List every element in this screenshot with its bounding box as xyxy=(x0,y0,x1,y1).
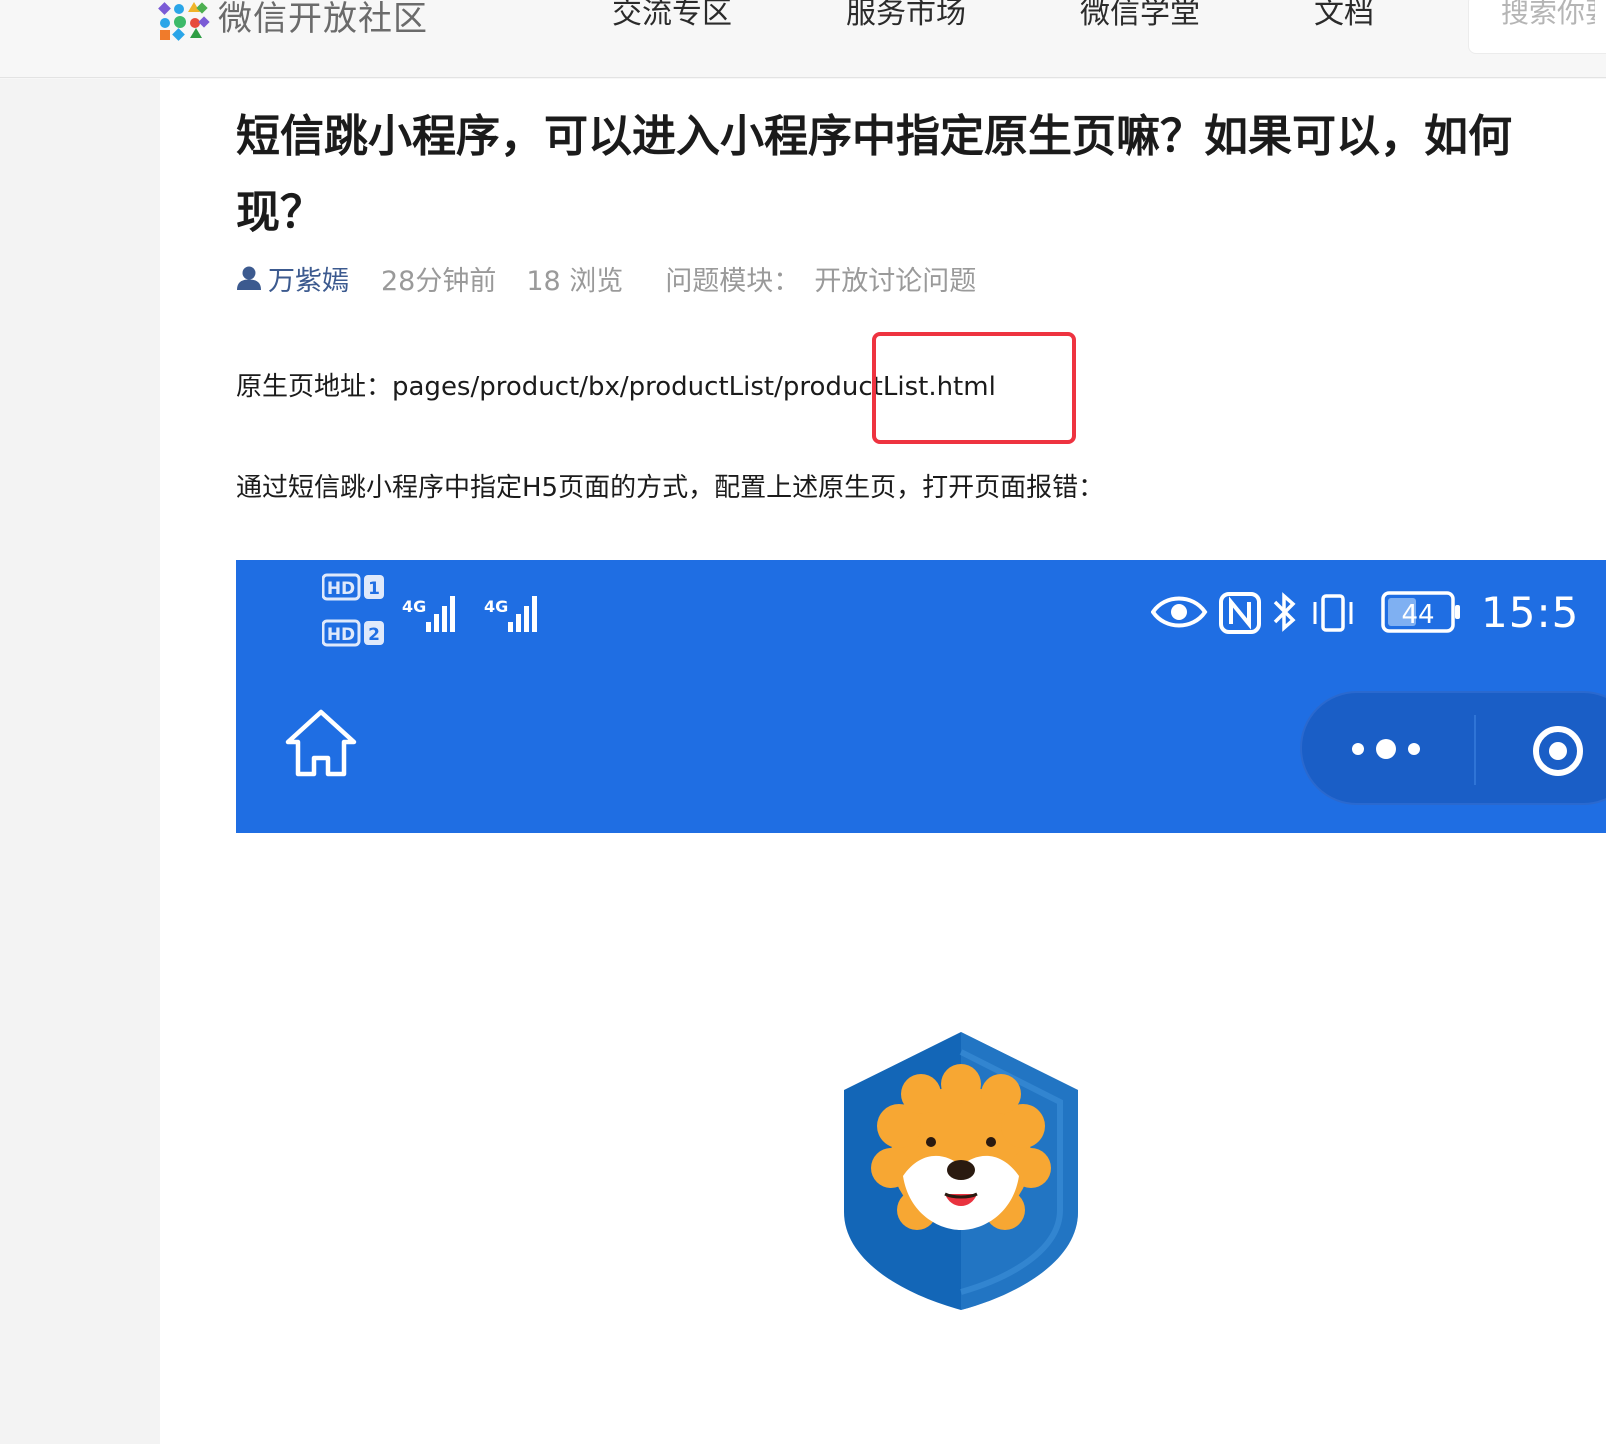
nav-item-wechat-academy[interactable]: 微信学堂 xyxy=(1080,0,1200,32)
shield-mascot-icon xyxy=(844,1032,1078,1310)
capsule-divider xyxy=(1474,715,1476,785)
module-value[interactable]: 开放讨论问题 xyxy=(814,259,976,298)
nav-item-docs[interactable]: 文档 xyxy=(1314,0,1374,32)
red-highlight-box xyxy=(872,332,1076,444)
embedded-phone-screenshot[interactable]: HD 1 HD 2 4G 4G 44 15:5 xyxy=(236,560,1606,1444)
post-time: 28分钟前 xyxy=(381,265,497,297)
sim-label-1: 1 xyxy=(368,579,380,599)
network-label-1: 4G xyxy=(402,597,426,616)
logo-text: 微信开放社区 xyxy=(218,0,428,39)
question-content: 短信跳小程序，可以进入小程序中指定原生页嘛？如果可以，如何 现？ 万紫嫣 28分… xyxy=(160,79,1606,1444)
top-navigation: 微信开放社区 交流专区 服务市场 微信学堂 文档 xyxy=(0,0,1606,78)
left-gutter xyxy=(0,79,160,1444)
question-title-line2: 现？ xyxy=(236,187,324,238)
mascot-shield-logo xyxy=(834,1022,1088,1316)
logo-icon xyxy=(158,0,210,41)
signal-status-icon: HD 1 HD 2 4G 4G xyxy=(321,573,537,647)
status-icons: 44 xyxy=(1151,591,1460,634)
home-icon xyxy=(285,709,357,777)
search-box[interactable] xyxy=(1468,0,1606,54)
user-icon xyxy=(237,266,261,290)
question-title-line1: 短信跳小程序，可以进入小程序中指定原生页嘛？如果可以，如何 xyxy=(236,111,1512,162)
author-link[interactable]: 万紫嫣 xyxy=(236,259,349,298)
status-right-group: 44 15:5 xyxy=(1151,586,1579,638)
battery-level: 44 xyxy=(1401,600,1434,630)
question-title: 短信跳小程序，可以进入小程序中指定原生页嘛？如果可以，如何 现？ xyxy=(236,99,1606,251)
nav-item-exchange[interactable]: 交流专区 xyxy=(612,0,732,32)
view-count: 18 浏览 xyxy=(526,265,624,297)
module-label: 问题模块： xyxy=(665,265,801,297)
close-target-icon[interactable] xyxy=(1530,723,1586,779)
status-left-group: HD 1 HD 2 4G 4G xyxy=(321,572,562,656)
mini-program-capsule[interactable] xyxy=(1300,691,1606,805)
site-logo[interactable]: 微信开放社区 xyxy=(158,0,428,41)
hd-label-2: HD xyxy=(327,625,355,645)
status-time: 15:5 xyxy=(1481,587,1580,637)
hd-label-1: HD xyxy=(327,579,355,599)
sim-label-2: 2 xyxy=(368,625,380,645)
more-dots-icon[interactable] xyxy=(1350,737,1422,761)
mini-program-header: HD 1 HD 2 4G 4G 44 15:5 xyxy=(236,560,1606,833)
author-name: 万紫嫣 xyxy=(268,265,349,297)
error-description-paragraph: 通过短信跳小程序中指定H5页面的方式，配置上述原生页，打开页面报错： xyxy=(236,473,1105,503)
home-button[interactable] xyxy=(284,708,358,782)
nav-item-service-market[interactable]: 服务市场 xyxy=(846,0,966,32)
search-input[interactable] xyxy=(1501,0,1595,29)
question-meta: 万紫嫣 28分钟前 18 浏览 问题模块： 开放讨论问题 xyxy=(236,259,976,298)
network-label-2: 4G xyxy=(484,597,508,616)
